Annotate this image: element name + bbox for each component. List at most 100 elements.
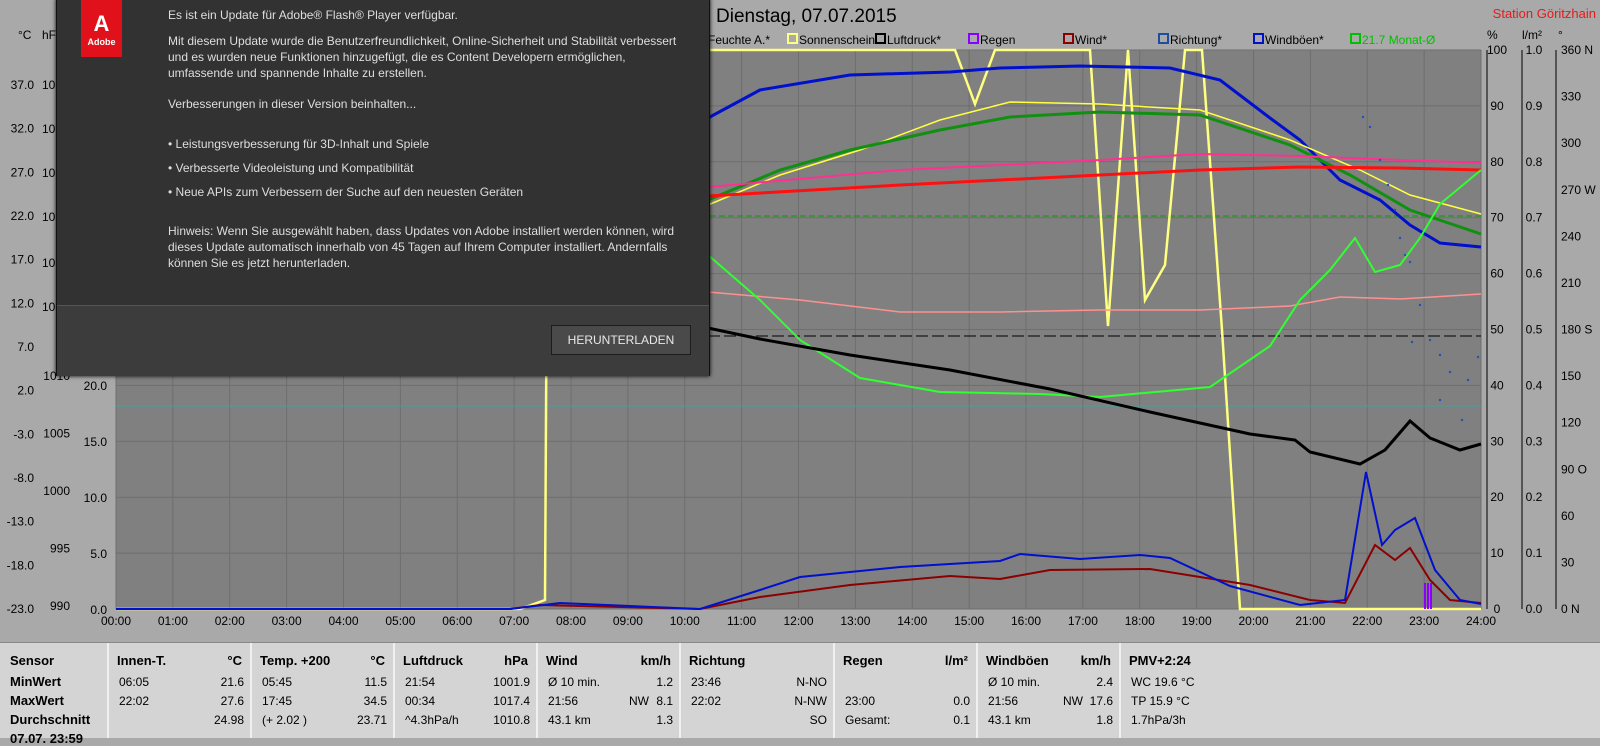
direction-max-value: N-NW — [794, 694, 827, 708]
dialog-footer: HERUNTERLADEN — [57, 305, 709, 376]
time-tick-label: 13:00 — [840, 614, 870, 628]
adobe-a-icon: A — [93, 11, 110, 36]
wind-max-value: 8.1 — [656, 694, 673, 708]
legend-label: Luftdruck* — [887, 33, 941, 47]
legend-swatch — [1253, 33, 1264, 44]
rain-total-value: 0.1 — [953, 713, 970, 727]
wind-header: Wind — [546, 653, 578, 668]
time-tick-label: 20:00 — [1238, 614, 1268, 628]
direction-dot — [1398, 236, 1402, 240]
legend-swatch — [787, 33, 798, 44]
legend-label: 21.7 Monat-Ø — [1362, 33, 1435, 47]
pressure-unit-label-partial: hF — [42, 28, 57, 42]
stats-panel-rain: Regen l/m² 23:00 0.0 Gesamt: 0.1 — [835, 643, 978, 738]
direction-min-value: N-NO — [796, 675, 827, 689]
innen-max-time: 22:02 — [119, 694, 150, 708]
wind-unit: km/h — [640, 653, 671, 668]
direction-unit-label: ° — [1558, 28, 1563, 42]
innen-unit: °C — [227, 653, 242, 668]
direction-dot — [1460, 418, 1464, 422]
time-tick-label: 24:00 — [1466, 614, 1496, 628]
temp-tick-label: 17.0 — [11, 253, 35, 267]
direction-dot — [1428, 338, 1432, 342]
percent-tick-label: 10 — [1490, 546, 1504, 560]
direction-tick-label: 210 — [1561, 276, 1581, 290]
legend-swatch — [1158, 33, 1169, 44]
temp-tick-label: 7.0 — [17, 340, 34, 354]
adobe-logo: A Adobe — [81, 0, 122, 57]
direction-dot — [1438, 398, 1442, 402]
time-tick-label: 21:00 — [1295, 614, 1325, 628]
time-tick-label: 14:00 — [897, 614, 927, 628]
innen-avg-value: 24.98 — [213, 713, 244, 727]
download-button[interactable]: HERUNTERLADEN — [551, 325, 691, 355]
temp-tick-label: 27.0 — [11, 165, 35, 179]
rain-bar — [1427, 583, 1429, 609]
stats-panel-wind: Wind km/h Ø 10 min. 1.2 21:56 NW 8.1 43.1 k… — [538, 643, 681, 738]
rain-tick-label: 0.0 — [1526, 602, 1543, 616]
label-last: 07.07. 23:59 — [10, 731, 84, 746]
pressure-min-value: 1001.9 — [493, 675, 530, 689]
flash-update-dialog: A Adobe Es ist ein Update für Adobe® Fla… — [56, 0, 710, 376]
legend-swatch — [968, 33, 979, 44]
legend-label: Wind* — [1075, 33, 1107, 47]
temp-tick-label: -3.0 — [13, 427, 34, 441]
legend-swatch — [1063, 33, 1074, 44]
direction-tick-label: 240 — [1561, 229, 1581, 243]
temp-tick-label: -13.0 — [7, 515, 35, 529]
pressure-tick-label: 995 — [50, 542, 70, 556]
time-tick-label: 16:00 — [1011, 614, 1041, 628]
dialog-description: Mit diesem Update wurde die Benutzerfreu… — [168, 34, 677, 80]
pressure-tick-label: 1000 — [43, 484, 70, 498]
direction-dot — [1368, 125, 1372, 129]
temp-avg-value: 23.71 — [356, 713, 387, 727]
time-tick-label: 17:00 — [1068, 614, 1098, 628]
direction-dot — [1438, 353, 1442, 357]
percent-tick-label: 90 — [1490, 99, 1504, 113]
time-tick-label: 19:00 — [1182, 614, 1212, 628]
direction-tick-label: 300 — [1561, 136, 1581, 150]
direction-dot — [1410, 340, 1414, 344]
stats-labels-panel: Sensor MinWert MaxWert Durchschnitt 07.0… — [0, 643, 109, 746]
wind-max-time: 21:56 — [548, 694, 579, 708]
time-tick-label: 12:00 — [783, 614, 813, 628]
pmv-pressure-trend: 1.7hPa/3h — [1131, 713, 1186, 727]
dialog-improvements-intro: Verbesserungen in dieser Version beinhal… — [168, 97, 417, 111]
rain-tick-label: 0.1 — [1526, 546, 1543, 560]
temp-min-time: 05:45 — [262, 675, 293, 689]
direction-tick-label: 360 N — [1561, 43, 1593, 57]
pressure-tick-label-partial: 10 — [42, 300, 56, 314]
temp-tick-label: 12.0 — [11, 296, 35, 310]
label-avg: Durchschnitt — [10, 712, 91, 727]
wind-tick-label: 5.0 — [90, 547, 107, 561]
time-tick-label: 15:00 — [954, 614, 984, 628]
pressure-max-time: 00:34 — [405, 694, 436, 708]
direction-max-time: 22:02 — [691, 694, 722, 708]
pmv-header: PMV+2:24 — [1129, 653, 1191, 668]
gust-max-value: 17.6 — [1089, 694, 1113, 708]
gust-max-direction: NW — [1063, 694, 1083, 708]
rain-tick-label: 0.7 — [1526, 211, 1543, 225]
pmv-dewpoint: TP 15.9 °C — [1131, 694, 1190, 708]
rain-tick-label: 0.4 — [1526, 378, 1543, 392]
temp-max-time: 17:45 — [262, 694, 293, 708]
percent-tick-label: 100 — [1487, 43, 1507, 57]
wind-avg-value: 1.3 — [656, 713, 673, 727]
chart-date-title: Dienstag, 07.07.2015 — [716, 6, 897, 27]
label-sensor: Sensor — [10, 653, 55, 668]
gust-max-time: 21:56 — [988, 694, 1019, 708]
label-max: MaxWert — [10, 693, 64, 708]
pressure-tick-label-partial: 10 — [42, 78, 56, 92]
temp-tick-label: -8.0 — [13, 471, 34, 485]
direction-header: Richtung — [689, 653, 746, 668]
time-tick-label: 09:00 — [613, 614, 643, 628]
temp-unit-label: °C — [18, 28, 32, 42]
pressure-tick-label: 990 — [50, 599, 70, 613]
direction-tick-label: 330 — [1561, 90, 1581, 104]
weather-display-window: 00:00 01:00 02:00 03:00 04:00 05:00 06:00 07:00… — [0, 0, 1600, 746]
gust-min-value: 2.4 — [1096, 675, 1113, 689]
time-tick-label: 07:00 — [499, 614, 529, 628]
rain-tick-label: 0.3 — [1526, 434, 1543, 448]
percent-unit-label: % — [1487, 28, 1498, 42]
time-tick-label: 03:00 — [272, 614, 302, 628]
